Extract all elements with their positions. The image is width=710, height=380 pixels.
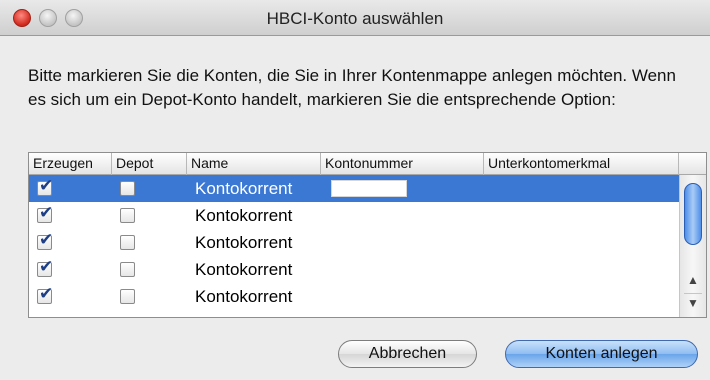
account-name: Kontokorrent <box>195 287 293 306</box>
accounts-table: Erzeugen Depot Name Kontonummer Unterkon… <box>28 152 707 318</box>
table-row[interactable]: ✔ Kontokorrent <box>29 256 679 283</box>
account-name: Kontokorrent <box>195 206 293 225</box>
create-accounts-button[interactable]: Konten anlegen <box>505 340 698 368</box>
column-header-unterkontomerkmal[interactable]: Unterkontomerkmal <box>484 153 679 175</box>
table-body: ✔ Kontokorrent ✔ Kontokorrent ✔ Kontokor… <box>29 175 679 317</box>
erzeugen-checkbox[interactable]: ✔ <box>37 231 53 250</box>
vertical-scrollbar[interactable]: ▲ ▼ <box>679 175 706 317</box>
depot-checkbox[interactable] <box>120 181 135 196</box>
table-row[interactable]: ✔ Kontokorrent <box>29 175 679 202</box>
depot-checkbox[interactable] <box>120 289 135 304</box>
column-header-name[interactable]: Name <box>187 153 321 175</box>
column-header-erzeugen[interactable]: Erzeugen <box>29 153 112 175</box>
instruction-text: Bitte markieren Sie die Konten, die Sie … <box>28 66 676 109</box>
column-header-kontonummer[interactable]: Kontonummer <box>321 153 484 175</box>
erzeugen-checkbox[interactable]: ✔ <box>37 258 53 277</box>
depot-checkbox[interactable] <box>120 262 135 277</box>
column-header-depot[interactable]: Depot <box>112 153 187 175</box>
scroll-up-arrow-icon[interactable]: ▲ <box>684 271 702 289</box>
column-header-filler <box>679 153 706 175</box>
account-name: Kontokorrent <box>195 233 293 252</box>
erzeugen-checkbox[interactable]: ✔ <box>37 204 53 223</box>
scroll-down-arrow-icon[interactable]: ▼ <box>684 293 702 311</box>
erzeugen-checkbox[interactable]: ✔ <box>37 285 53 304</box>
erzeugen-checkbox[interactable]: ✔ <box>37 177 53 196</box>
account-name: Kontokorrent <box>195 179 293 198</box>
checkmark-icon: ✔ <box>39 230 54 249</box>
checkmark-icon: ✔ <box>39 257 54 276</box>
cancel-button[interactable]: Abbrechen <box>338 340 477 368</box>
checkmark-icon: ✔ <box>39 203 54 222</box>
table-header: Erzeugen Depot Name Kontonummer Unterkon… <box>29 153 706 175</box>
table-row[interactable]: ✔ Kontokorrent <box>29 283 679 310</box>
checkmark-icon: ✔ <box>39 176 54 195</box>
window-title: HBCI-Konto auswählen <box>266 9 444 28</box>
account-name: Kontokorrent <box>195 260 293 279</box>
table-row[interactable]: ✔ Kontokorrent <box>29 229 679 256</box>
title-bar[interactable]: HBCI-Konto auswählen <box>0 0 710 36</box>
depot-checkbox[interactable] <box>120 208 135 223</box>
kontonummer-edit-field[interactable] <box>331 180 407 197</box>
table-row[interactable]: ✔ Kontokorrent <box>29 202 679 229</box>
checkmark-icon: ✔ <box>39 284 54 303</box>
scrollbar-thumb[interactable] <box>684 183 702 245</box>
depot-checkbox[interactable] <box>120 235 135 250</box>
